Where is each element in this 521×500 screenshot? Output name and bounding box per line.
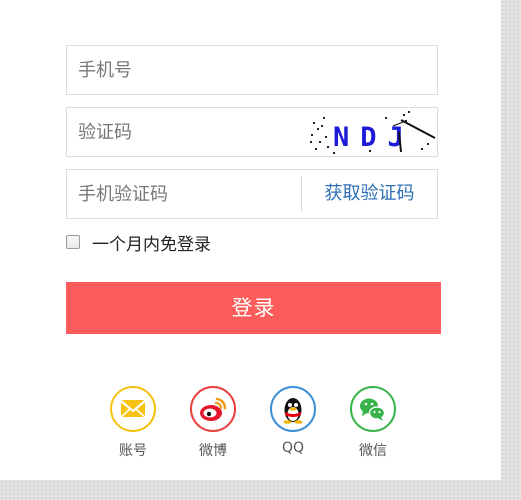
mail-icon [120,400,146,418]
remember-label: 一个月内免登录 [92,234,211,255]
captcha-input[interactable] [67,108,307,156]
account-circle [110,386,156,432]
wechat-circle [350,386,396,432]
wechat-icon [360,398,386,421]
svg-text:NDJ: NDJ [333,122,415,153]
login-card: NDJ 获取验证码 一个月内免登录 登录 账号 [0,0,501,480]
weibo-icon [200,397,227,421]
sms-code-field: 获取验证码 [66,169,438,219]
captcha-image[interactable]: NDJ [307,108,437,156]
social-label: 账号 [119,443,147,459]
sms-code-input[interactable] [67,170,301,218]
qq-penguin-icon [283,398,303,424]
social-label: QQ [281,440,305,456]
social-label: 微信 [359,443,387,459]
login-button[interactable]: 登录 [66,282,441,334]
get-sms-code-button[interactable]: 获取验证码 [302,170,437,218]
phone-input[interactable] [67,46,437,94]
social-login-account[interactable]: 账号 [108,386,158,460]
social-login-weibo[interactable]: 微博 [188,386,238,460]
remember-me: 一个月内免登录 [66,231,211,255]
phone-field [66,45,438,95]
social-label: 微博 [199,443,227,459]
weibo-circle [190,386,236,432]
qq-circle [270,386,316,432]
captcha-field: NDJ [66,107,438,157]
remember-checkbox[interactable] [66,235,80,249]
background-decoration [505,60,506,150]
social-login-qq[interactable]: QQ [268,386,318,456]
social-login-wechat[interactable]: 微信 [348,386,398,460]
